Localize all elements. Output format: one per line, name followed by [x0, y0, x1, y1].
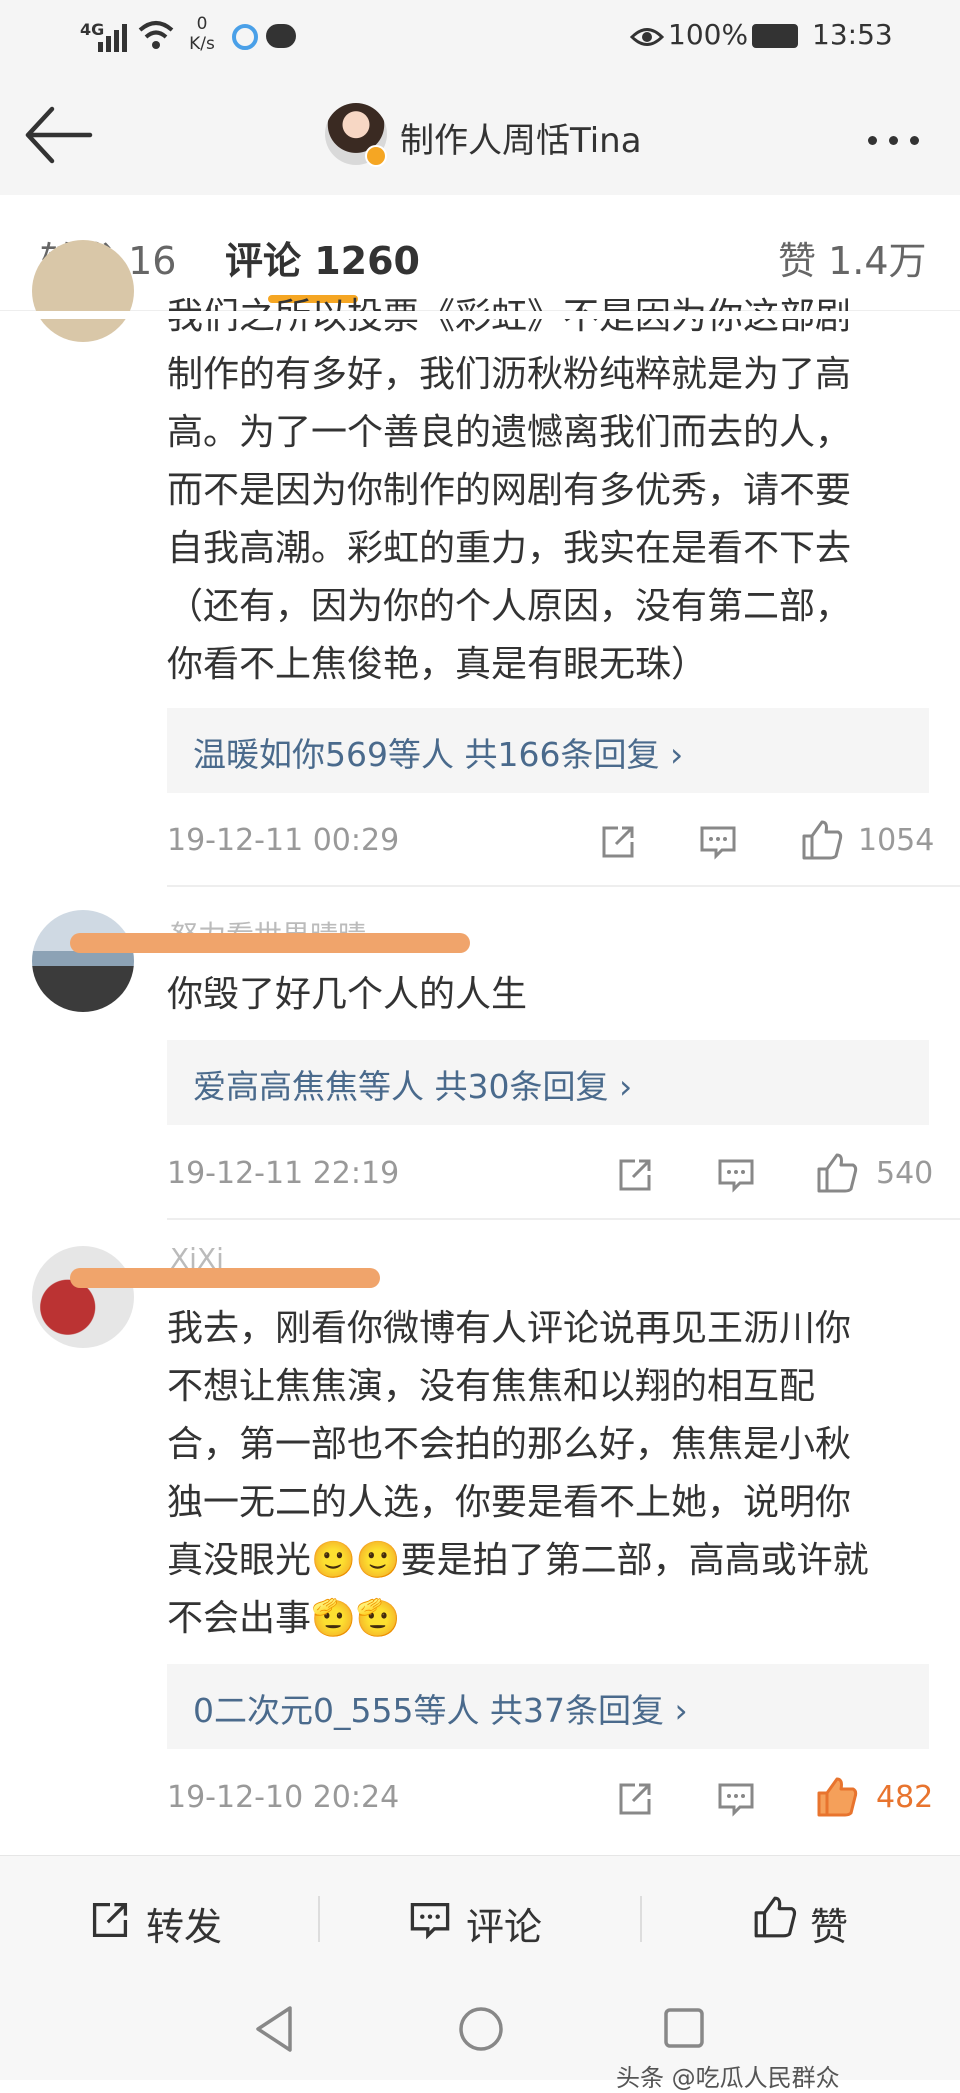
back-arrow-icon[interactable]: [22, 103, 94, 167]
bottom-divider: [318, 1896, 320, 1942]
like-count: 540: [876, 1156, 934, 1191]
commenter-avatar[interactable]: [32, 1246, 134, 1348]
tab-likes[interactable]: 赞 1.4万: [778, 230, 927, 285]
comment-divider: [167, 885, 960, 887]
reply-summary[interactable]: 0二次元0_555等人 共37条回复 ›: [167, 1664, 929, 1749]
reply-summary[interactable]: 温暖如你569等人 共166条回复 ›: [167, 708, 929, 793]
username-redaction: [70, 933, 470, 953]
watermark: 头条 @吃瓜人民群众: [616, 2064, 840, 2092]
comment-divider: [167, 1218, 960, 1220]
username-redaction: [70, 1268, 380, 1288]
verified-badge-icon: [365, 145, 387, 167]
comment-time: 19-12-11 22:19: [167, 1156, 400, 1191]
repost-icon[interactable]: [598, 822, 638, 862]
comment-time: 19-12-10 20:24: [167, 1780, 400, 1815]
repost-icon[interactable]: [615, 1155, 655, 1195]
page-title: 制作人周恬Tina: [400, 121, 642, 161]
like-icon: [754, 1896, 797, 1938]
eye-icon: [630, 28, 664, 46]
signal-bars-icon: [98, 24, 127, 52]
like-button[interactable]: 赞: [810, 1896, 848, 1951]
battery-percent: 100%: [668, 18, 749, 51]
commenter-avatar[interactable]: [32, 910, 134, 1012]
like-icon[interactable]: [815, 1775, 859, 1819]
like-count: 1054: [858, 823, 935, 858]
nav-back-icon[interactable]: [252, 2004, 296, 2054]
comment-icon[interactable]: [698, 822, 738, 862]
more-options-icon[interactable]: [868, 130, 931, 149]
comment-time: 19-12-11 00:29: [167, 823, 400, 858]
repost-button[interactable]: 转发: [146, 1896, 222, 1951]
status-bar: 4G 0 K/s 100% 13:53: [0, 0, 960, 75]
comment-button[interactable]: 评论: [466, 1896, 542, 1951]
comment-icon[interactable]: [716, 1779, 756, 1819]
nav-home-icon[interactable]: [456, 2004, 506, 2054]
wechat-icon: [266, 24, 296, 48]
repost-icon: [92, 1902, 128, 1938]
wifi-icon: [138, 21, 174, 49]
clock: 13:53: [812, 18, 893, 51]
comment-text: 我们之所以投票《彩虹》不是因为你这部剧 制作的有多好，我们沥秋粉纯粹就是为了高 …: [167, 296, 852, 685]
app-notification-icon: [232, 24, 258, 50]
battery-icon: [752, 24, 798, 48]
bottom-divider: [640, 1896, 642, 1942]
header: 制作人周恬Tina: [0, 75, 960, 195]
comment-icon: [410, 1902, 450, 1940]
network-speed: 0 K/s: [189, 14, 215, 54]
repost-icon[interactable]: [615, 1779, 655, 1819]
nav-recents-icon[interactable]: [662, 2006, 706, 2050]
like-icon[interactable]: [815, 1151, 859, 1195]
bottom-action-bar: 转发 评论 赞: [0, 1855, 960, 1981]
like-icon[interactable]: [800, 818, 844, 862]
comment-text: 你毁了好几个人的人生: [167, 974, 528, 1015]
commenter-avatar[interactable]: [32, 240, 134, 342]
comment-text: 我去，刚看你微博有人评论说再见王沥川你 不想让焦焦演，没有焦焦和以翔的相互配 合…: [167, 1308, 869, 1639]
like-count: 482: [876, 1780, 934, 1815]
scroll-clip: [0, 311, 960, 319]
comment-icon[interactable]: [716, 1155, 756, 1195]
comment-item: 我们之所以投票《彩虹》不是因为你这部剧 制作的有多好，我们沥秋粉纯粹就是为了高 …: [0, 240, 960, 885]
reply-summary[interactable]: 爱高高焦焦等人 共30条回复 ›: [167, 1040, 929, 1125]
tab-comments[interactable]: 评论 1260: [225, 230, 420, 285]
